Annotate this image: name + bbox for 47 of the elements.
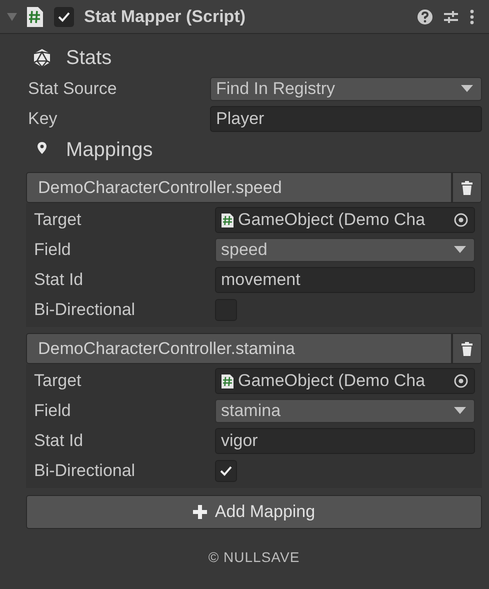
object-field[interactable]: GameObject (Demo Cha [215, 368, 475, 394]
expand-toggle-icon[interactable] [6, 12, 18, 22]
section-title: Stats [66, 46, 112, 70]
target-icon [454, 213, 468, 227]
field-label: Bi-Directional [34, 461, 136, 481]
dropdown-arrow-icon [454, 407, 466, 415]
section-title: Mappings [66, 138, 153, 162]
trash-icon [461, 342, 473, 356]
dropdown-arrow-icon [461, 85, 473, 93]
checkbox[interactable] [215, 460, 237, 482]
sliders-icon[interactable] [443, 8, 459, 24]
check-icon [219, 465, 233, 477]
component-title: Stat Mapper (Script) [84, 6, 246, 26]
field-label: Stat Source [28, 79, 118, 99]
field-label: Stat Id [34, 431, 84, 451]
target-icon [454, 374, 468, 388]
plus-icon [192, 505, 207, 519]
copyright-text: © NULLSAVE [208, 549, 300, 565]
dropdown[interactable]: stamina [215, 399, 475, 423]
more-icon[interactable] [469, 8, 475, 24]
dropdown[interactable]: speed [215, 238, 475, 262]
input-field[interactable]: Player [210, 106, 482, 132]
enable-checkbox[interactable] [54, 6, 74, 26]
mapping-header[interactable]: DemoCharacterController.stamina [26, 333, 452, 364]
script-icon [221, 374, 234, 388]
dropdown-arrow-icon [454, 246, 466, 254]
script-icon [26, 6, 44, 28]
field-label: Key [28, 109, 58, 129]
check-icon [57, 10, 71, 22]
input-field[interactable]: movement [215, 267, 475, 293]
trash-icon [461, 180, 473, 194]
mapping-header[interactable]: DemoCharacterController.speed [26, 172, 452, 203]
add-mapping-button[interactable]: Add Mapping [26, 495, 482, 529]
object-field[interactable]: GameObject (Demo Cha [215, 207, 475, 233]
dropdown[interactable]: Find In Registry [210, 77, 482, 101]
field-label: Bi-Directional [34, 300, 136, 320]
field-label: Field [34, 240, 72, 260]
script-icon [221, 212, 234, 228]
field-label: Target [34, 210, 82, 230]
help-icon[interactable] [417, 8, 433, 24]
delete-button[interactable] [452, 172, 482, 203]
input-field[interactable]: vigor [215, 428, 475, 454]
dice-icon [32, 48, 52, 68]
field-label: Stat Id [34, 270, 84, 290]
delete-button[interactable] [452, 333, 482, 364]
field-label: Field [34, 401, 72, 421]
field-label: Target [34, 371, 82, 391]
